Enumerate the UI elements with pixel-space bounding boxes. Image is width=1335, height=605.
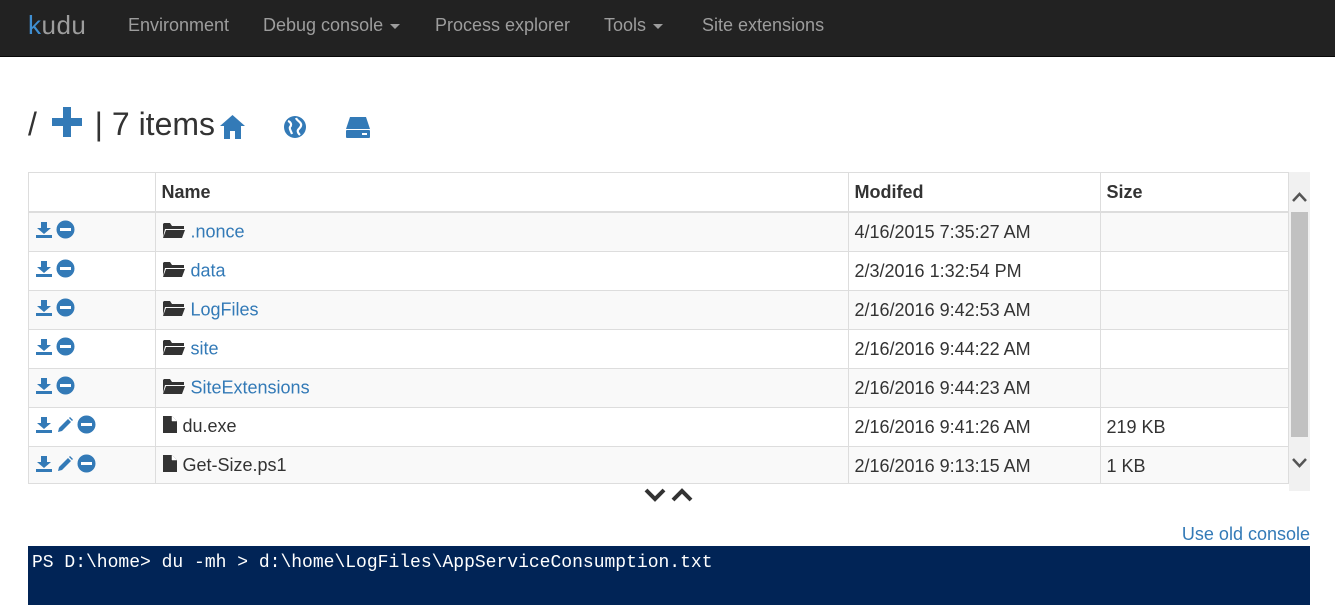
download-icon[interactable] (35, 221, 53, 244)
table-scrollbar[interactable] (1289, 172, 1310, 491)
folder-open-icon (162, 260, 186, 283)
file-name-cell: du.exe (155, 407, 849, 447)
delete-icon[interactable] (77, 454, 96, 478)
scroll-down-icon[interactable] (1292, 457, 1307, 469)
scrollbar-thumb[interactable] (1291, 212, 1308, 437)
size-cell (1100, 211, 1288, 252)
powershell-console[interactable]: PS D:\home> du -mh > d:\home\LogFiles\Ap… (28, 546, 1310, 605)
breadcrumb-root[interactable]: / (28, 106, 37, 142)
console-line: PS D:\home> du -mh > d:\home\LogFiles\Ap… (32, 553, 713, 573)
folder-open-icon (162, 221, 186, 244)
folder-link[interactable]: .nonce (191, 221, 245, 241)
delete-icon[interactable] (77, 415, 96, 439)
download-icon[interactable] (35, 260, 53, 283)
modified-cell: 2/16/2016 9:41:26 AM (848, 407, 1101, 447)
home-icon[interactable] (219, 114, 246, 140)
nav-process-explorer[interactable]: Process explorer (435, 15, 570, 36)
row-actions (29, 211, 156, 252)
column-name[interactable]: Name (155, 173, 849, 213)
column-modified[interactable]: Modifed (848, 173, 1101, 213)
table-row: site 2/16/2016 9:44:22 AM (29, 329, 1288, 369)
table-row: du.exe 2/16/2016 9:41:26 AM 219 KB (29, 407, 1288, 447)
column-size[interactable]: Size (1100, 173, 1288, 213)
modified-cell: 2/16/2016 9:44:22 AM (848, 329, 1101, 369)
file-icon (162, 454, 178, 478)
row-actions (29, 446, 156, 483)
edit-pencil-icon[interactable] (56, 455, 74, 478)
file-name-cell: site (155, 329, 849, 369)
use-old-console-link[interactable]: Use old console (1182, 524, 1310, 545)
size-cell (1100, 290, 1288, 330)
folder-open-icon (162, 338, 186, 361)
file-name: Get-Size.ps1 (182, 454, 287, 475)
download-icon[interactable] (35, 455, 53, 478)
download-icon[interactable] (35, 416, 53, 439)
row-actions (29, 290, 156, 330)
file-name-cell: Get-Size.ps1 (155, 446, 849, 483)
chevron-down-up-icon[interactable] (644, 486, 696, 504)
file-name-cell: LogFiles (155, 290, 849, 330)
table-header-row: Name Modifed Size (29, 173, 1288, 213)
download-icon[interactable] (35, 338, 53, 361)
add-folder-icon[interactable] (51, 106, 82, 137)
folder-link[interactable]: SiteExtensions (191, 377, 310, 397)
breadcrumb: / | 7 items (28, 104, 215, 144)
size-cell (1100, 329, 1288, 369)
file-table: Name Modifed Size .nonce 4/16/2015 7:35:2… (28, 172, 1289, 484)
size-cell (1100, 368, 1288, 408)
item-count: 7 items (111, 106, 216, 143)
folder-open-icon (162, 377, 186, 400)
scroll-up-icon[interactable] (1292, 191, 1307, 203)
size-cell: 1 KB (1100, 446, 1288, 483)
download-icon[interactable] (35, 299, 53, 322)
column-actions (29, 173, 156, 213)
caret-down-icon (390, 23, 401, 29)
table-row: data 2/3/2016 1:32:54 PM (29, 251, 1288, 291)
row-actions (29, 329, 156, 369)
modified-cell: 2/16/2016 9:44:23 AM (848, 368, 1101, 408)
delete-icon[interactable] (56, 337, 75, 361)
top-navbar: kudu Environment Debug console Process e… (0, 0, 1335, 57)
delete-icon[interactable] (56, 259, 75, 283)
delete-icon[interactable] (56, 220, 75, 244)
table-row: SiteExtensions 2/16/2016 9:44:23 AM (29, 368, 1288, 408)
globe-icon[interactable] (283, 115, 307, 139)
size-cell (1100, 251, 1288, 291)
folder-link[interactable]: data (191, 260, 226, 280)
nav-tools[interactable]: Tools (604, 15, 664, 36)
size-cell: 219 KB (1100, 407, 1288, 447)
panel-resizer[interactable] (644, 486, 696, 509)
row-actions (29, 407, 156, 447)
modified-cell: 4/16/2015 7:35:27 AM (848, 211, 1101, 252)
file-name: du.exe (182, 415, 237, 436)
caret-down-icon (653, 23, 664, 29)
row-actions (29, 251, 156, 291)
folder-open-icon (162, 299, 186, 322)
file-name-cell: SiteExtensions (155, 368, 849, 408)
modified-cell: 2/3/2016 1:32:54 PM (848, 251, 1101, 291)
folder-link[interactable]: site (191, 338, 219, 358)
nav-environment[interactable]: Environment (128, 15, 229, 36)
table-row: LogFiles 2/16/2016 9:42:53 AM (29, 290, 1288, 330)
delete-icon[interactable] (56, 298, 75, 322)
file-name-cell: data (155, 251, 849, 291)
file-name-cell: .nonce (155, 211, 849, 252)
nav-debug-console[interactable]: Debug console (263, 15, 401, 36)
row-actions (29, 368, 156, 408)
folder-link[interactable]: LogFiles (191, 299, 259, 319)
breadcrumb-separator: | (94, 106, 103, 143)
edit-pencil-icon[interactable] (56, 416, 74, 439)
kudu-logo[interactable]: kudu (28, 10, 86, 41)
modified-cell: 2/16/2016 9:42:53 AM (848, 290, 1101, 330)
file-icon (162, 415, 178, 439)
table-row: .nonce 4/16/2015 7:35:27 AM (29, 211, 1288, 252)
table-row: Get-Size.ps1 2/16/2016 9:13:15 AM 1 KB (29, 446, 1288, 483)
modified-cell: 2/16/2016 9:13:15 AM (848, 446, 1101, 483)
nav-site-extensions[interactable]: Site extensions (702, 15, 824, 36)
download-icon[interactable] (35, 377, 53, 400)
delete-icon[interactable] (56, 376, 75, 400)
drive-icon[interactable] (345, 115, 371, 139)
